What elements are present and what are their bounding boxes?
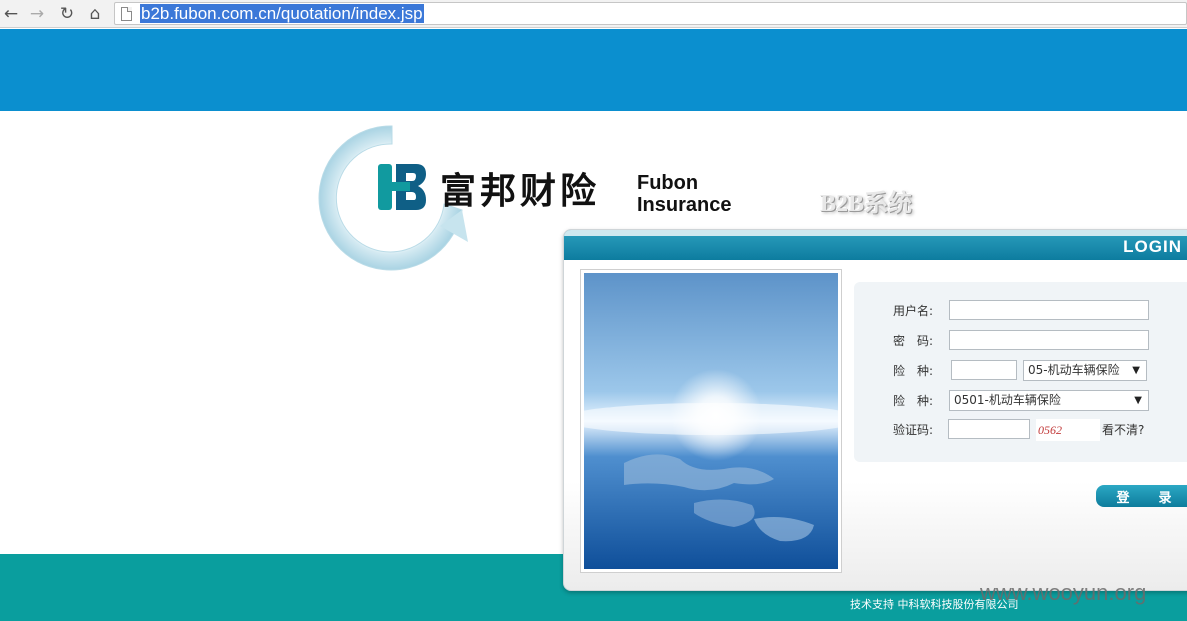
login-button[interactable]: 登 录: [1096, 485, 1187, 507]
insurance-type-select-value: 0501-机动车辆保险: [954, 393, 1061, 407]
insurance-type-label: 险 种:: [893, 394, 934, 408]
captcha-label: 验证码:: [893, 423, 934, 437]
captcha-image[interactable]: 0562: [1036, 419, 1100, 441]
insurance-type-select[interactable]: 0501-机动车辆保险 ▼: [949, 390, 1149, 411]
username-input[interactable]: [949, 300, 1149, 320]
insurance-select-value: 05-机动车辆保险: [1028, 363, 1120, 377]
brand-name-en-line2: Insurance: [637, 194, 732, 216]
dropdown-arrow-icon: ▼: [1132, 365, 1140, 376]
captcha-row: 验证码: 0562 看不清?: [854, 419, 1187, 443]
username-label: 用户名:: [893, 304, 934, 318]
password-label: 密 码:: [893, 334, 934, 348]
page-icon: [121, 7, 132, 21]
url-text[interactable]: b2b.fubon.com.cn/quotation/index.jsp: [140, 4, 424, 23]
watermark: www.wooyun.org: [980, 580, 1147, 605]
login-form: 用户名: 密 码: 险 种: 05-机动车辆保险 ▼ 险 种: 0501-机动车…: [854, 282, 1187, 462]
insurance-row: 险 种: 05-机动车辆保险 ▼: [854, 360, 1187, 384]
insurance-type-row: 险 种: 0501-机动车辆保险 ▼: [854, 390, 1187, 414]
password-row: 密 码:: [854, 330, 1187, 354]
header-band: [0, 29, 1187, 111]
brand-name-cn: 富邦财险: [440, 171, 601, 212]
dropdown-arrow-icon: ▼: [1134, 395, 1142, 406]
back-arrow-icon[interactable]: ←: [0, 3, 22, 25]
login-header: LOGIN: [564, 230, 1187, 260]
insurance-select[interactable]: 05-机动车辆保险 ▼: [1023, 360, 1147, 381]
brand-name-en-line1: Fubon: [637, 172, 699, 194]
system-label: B2B系统: [820, 191, 913, 217]
address-bar[interactable]: b2b.fubon.com.cn/quotation/index.jsp: [114, 2, 1187, 25]
insurance-code-input[interactable]: [951, 360, 1017, 380]
brand-name-en: Fubon Insurance: [637, 172, 731, 216]
fubon-logo-icon: [378, 164, 426, 210]
reload-icon[interactable]: ↻: [56, 3, 78, 25]
captcha-input[interactable]: [948, 419, 1030, 439]
browser-toolbar: ← → ↻ ⌂ b2b.fubon.com.cn/quotation/index…: [0, 0, 1187, 28]
login-panel: LOGIN 用户名: 密 码: 险 种: 05-机动车辆保险 ▼ 险 种: 05…: [563, 229, 1187, 591]
hero-image-frame: [580, 269, 842, 573]
earth-horizon-image: [584, 273, 838, 569]
insurance-label: 险 种:: [893, 364, 934, 378]
captcha-refresh-link[interactable]: 看不清?: [1102, 422, 1144, 438]
home-icon[interactable]: ⌂: [84, 3, 106, 25]
password-input[interactable]: [949, 330, 1149, 350]
login-title: LOGIN: [1123, 237, 1182, 256]
username-row: 用户名:: [854, 300, 1187, 324]
forward-arrow-icon[interactable]: →: [26, 3, 48, 25]
